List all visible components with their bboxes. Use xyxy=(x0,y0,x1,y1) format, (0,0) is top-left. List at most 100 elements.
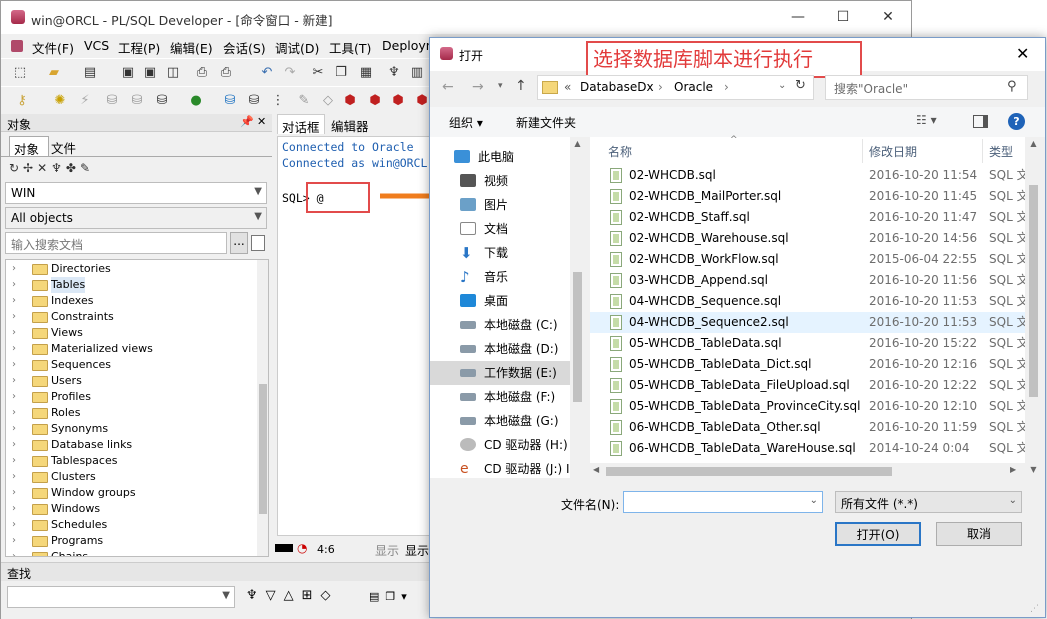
chevron-down-icon[interactable]: ⌄ xyxy=(778,80,786,91)
preview-pane-icon[interactable] xyxy=(973,115,988,128)
nav-drive-g[interactable]: 本地磁盘 (G:) xyxy=(460,409,585,433)
print-preview-icon[interactable]: ⎙ xyxy=(193,64,211,82)
scroll-right-icon[interactable]: ▶ xyxy=(1010,465,1016,474)
file-row[interactable]: 05-WHCDB_TableData_FileUpload.sql 2016-10… xyxy=(590,375,1029,396)
tree-item[interactable]: › Indexes xyxy=(6,293,256,309)
tab-dialog[interactable]: 对话框 xyxy=(277,114,325,135)
expand-icon[interactable]: › xyxy=(12,517,16,533)
menu-debug[interactable]: 调试(D) xyxy=(275,38,319,57)
nav-drive-e[interactable]: 工作数据 (E:) xyxy=(430,361,570,385)
scroll-thumb[interactable] xyxy=(573,272,582,402)
file-row[interactable]: 05-WHCDB_TableData.sql 2016-10-20 15:22 SQ… xyxy=(590,333,1029,354)
tree-item[interactable]: › Users xyxy=(6,373,256,389)
file-row[interactable]: 06-WHCDB_TableData_WareHouse.sql 2014-10-… xyxy=(590,438,1029,459)
save-icon[interactable]: ▣ xyxy=(119,64,137,82)
file-row[interactable]: 06-WHCDB_TableData_Other.sql 2016-10-20 1… xyxy=(590,417,1029,438)
file-row[interactable]: 02-WHCDB.sql 2016-10-20 11:54 SQL 文 xyxy=(590,165,1029,186)
expand-icon[interactable]: › xyxy=(12,437,16,453)
resize-grip-icon[interactable]: ⋰ xyxy=(1030,604,1039,614)
tree-item[interactable]: › Tablespaces xyxy=(6,453,256,469)
print-icon[interactable]: ▤ xyxy=(81,64,99,82)
expand-icon[interactable]: › xyxy=(12,549,16,556)
open-folder-icon[interactable]: ▰ xyxy=(45,64,63,82)
nav-music[interactable]: ♪ 音乐 xyxy=(460,265,585,289)
nav-documents[interactable]: 文档 xyxy=(460,217,585,241)
tab-files[interactable]: 文件 xyxy=(51,138,76,157)
find-input[interactable]: ▼ xyxy=(7,586,235,608)
tree-item[interactable]: › Views xyxy=(6,325,256,341)
nav-this-pc[interactable]: 此电脑 xyxy=(454,145,579,169)
commit-icon[interactable]: ⛁ xyxy=(103,92,121,110)
panel-close-icon[interactable]: ✕ xyxy=(257,115,266,128)
scroll-thumb[interactable] xyxy=(259,384,267,514)
nav-scrollbar[interactable]: ▲ xyxy=(570,137,585,478)
command-window-icon[interactable]: ⛁ xyxy=(221,92,239,110)
find-toolbar[interactable]: ♆▽△⊞◇ xyxy=(246,588,339,603)
tree-item[interactable]: › Window groups xyxy=(6,485,256,501)
tree-item[interactable]: › Schedules xyxy=(6,517,256,533)
record-icon[interactable]: ⬢ xyxy=(366,92,384,110)
pin-icon[interactable]: 📌 xyxy=(240,115,254,128)
expand-icon[interactable]: › xyxy=(12,341,16,357)
nav-desktop[interactable]: 桌面 xyxy=(460,289,585,313)
key-icon[interactable]: ⚷ xyxy=(13,92,31,110)
minimize-icon[interactable]: — xyxy=(787,7,809,27)
file-row[interactable]: 02-WHCDB_Warehouse.sql 2016-10-20 14:56 SQ… xyxy=(590,228,1029,249)
tree-item[interactable]: › Constraints xyxy=(6,309,256,325)
stop-icon[interactable]: ⬢ xyxy=(341,92,359,110)
explain-icon[interactable]: ⛁ xyxy=(245,92,263,110)
new-sql-icon[interactable]: ● xyxy=(187,92,205,110)
nav-cd-j[interactable]: e CD 驱动器 (J:) I xyxy=(460,457,585,481)
tree-item[interactable]: › Clusters xyxy=(6,469,256,485)
file-row[interactable]: 05-WHCDB_TableData_ProvinceCity.sql 2016-… xyxy=(590,396,1029,417)
nav-drive-c[interactable]: 本地磁盘 (C:) xyxy=(460,313,585,337)
file-row[interactable]: 02-WHCDB_MailPorter.sql 2016-10-20 11:45 S… xyxy=(590,186,1029,207)
tree-item[interactable]: › Materialized views xyxy=(6,341,256,357)
search-doc-icon[interactable] xyxy=(251,235,265,251)
scroll-thumb[interactable] xyxy=(1029,185,1038,397)
horizontal-scrollbar[interactable]: ◀ ▶ xyxy=(590,463,1027,480)
expand-icon[interactable]: › xyxy=(12,357,16,373)
expand-icon[interactable]: › xyxy=(12,325,16,341)
find-options[interactable]: ▤❐▾ xyxy=(369,590,413,603)
forward-icon[interactable]: → xyxy=(472,79,484,95)
expand-icon[interactable]: › xyxy=(12,293,16,309)
tree-item[interactable]: › Tables xyxy=(6,277,256,293)
breadcrumb-oracle[interactable]: Oracle xyxy=(674,80,713,94)
expand-icon[interactable]: › xyxy=(12,501,16,517)
nav-downloads[interactable]: ⬇ 下载 xyxy=(460,241,585,265)
scroll-up-icon[interactable]: ▲ xyxy=(1025,139,1042,148)
edit-icon[interactable]: ✎ xyxy=(295,92,313,110)
dialog-close-icon[interactable]: ✕ xyxy=(1016,44,1029,63)
help-icon[interactable]: ? xyxy=(1008,113,1025,130)
menu-file[interactable]: 文件(F) xyxy=(32,38,74,57)
tree-item[interactable]: › Synonyms xyxy=(6,421,256,437)
file-list-scrollbar[interactable]: ▲ ▼ xyxy=(1025,137,1042,478)
menu-edit[interactable]: 编辑(E) xyxy=(170,38,213,57)
paste-icon[interactable]: ▦ xyxy=(357,64,375,82)
tree-item[interactable]: › Chains xyxy=(6,549,256,556)
back-icon[interactable]: ← xyxy=(442,79,454,95)
tree-item[interactable]: › Sequences xyxy=(6,357,256,373)
expand-icon[interactable]: › xyxy=(12,469,16,485)
replace-icon[interactable]: ▥ xyxy=(408,64,426,82)
column-type[interactable]: 类型 xyxy=(989,143,1013,160)
nav-pictures[interactable]: 图片 xyxy=(460,193,585,217)
nav-drive-f[interactable]: 本地磁盘 (F:) xyxy=(460,385,585,409)
undo-icon[interactable]: ↶ xyxy=(258,64,276,82)
tree-item[interactable]: › Database links xyxy=(6,437,256,453)
find-icon[interactable]: ♆ xyxy=(385,64,403,82)
expand-icon[interactable]: › xyxy=(12,389,16,405)
breadcrumb-databasedx[interactable]: DatabaseDx xyxy=(580,80,654,94)
nav-videos[interactable]: 视频 xyxy=(460,169,585,193)
filename-input[interactable]: ⌄ xyxy=(623,491,823,513)
organize-button[interactable]: 组织 ▾ xyxy=(449,114,483,131)
user-combo[interactable]: WIN ▼ xyxy=(5,182,267,204)
sql-window-icon[interactable]: ⛁ xyxy=(153,92,171,110)
save-as-icon[interactable]: ▣ xyxy=(141,64,159,82)
expand-icon[interactable]: › xyxy=(12,533,16,549)
more-icon[interactable]: ⋮ xyxy=(269,92,287,110)
print2-icon[interactable]: ⎙ xyxy=(217,64,235,82)
scroll-down-icon[interactable]: ▼ xyxy=(1025,465,1042,474)
tree-item[interactable]: › Programs xyxy=(6,533,256,549)
